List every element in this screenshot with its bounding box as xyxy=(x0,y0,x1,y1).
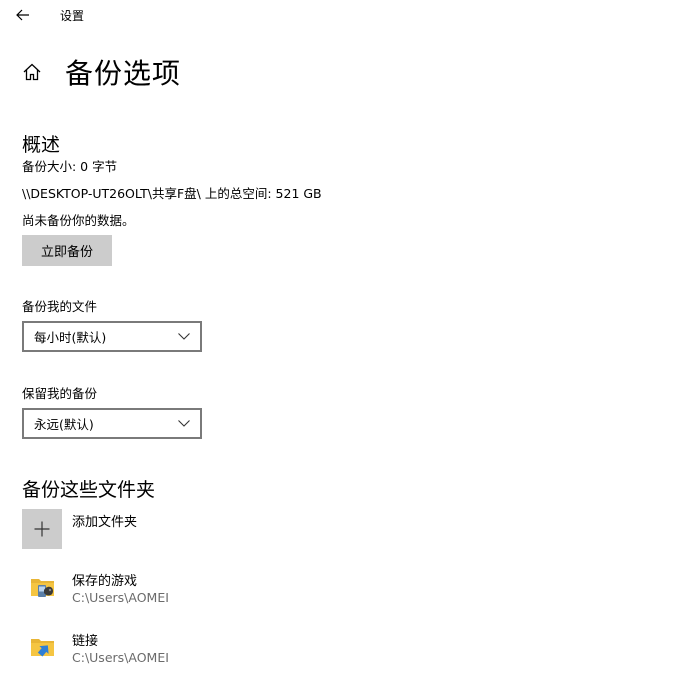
backup-frequency-label: 备份我的文件 xyxy=(22,299,98,314)
home-icon[interactable] xyxy=(22,62,42,82)
backup-now-button[interactable]: 立即备份 xyxy=(22,235,112,266)
add-folder-button[interactable] xyxy=(22,509,62,549)
saved-games-folder-icon xyxy=(31,579,54,597)
folder-item-path: C:\Users\AOMEI xyxy=(72,650,169,665)
backup-status-text: 尚未备份你的数据。 xyxy=(22,213,135,228)
total-space-text: \\DESKTOP-UT26OLT\共享F盘\ 上的总空间: 521 GB xyxy=(22,186,322,201)
keep-backups-value: 永远(默认) xyxy=(34,417,94,432)
links-folder-icon xyxy=(31,639,54,657)
chevron-down-icon xyxy=(178,420,190,427)
backup-frequency-dropdown[interactable]: 每小时(默认) xyxy=(22,321,202,352)
folder-item-links[interactable]: 链接 C:\Users\AOMEI xyxy=(22,628,322,672)
keep-backups-dropdown[interactable]: 永远(默认) xyxy=(22,408,202,439)
window-title: 设置 xyxy=(60,9,85,23)
backup-size-text: 备份大小: 0 字节 xyxy=(22,159,118,174)
folder-item-path: C:\Users\AOMEI xyxy=(72,590,169,605)
plus-icon xyxy=(34,521,50,537)
chevron-down-icon xyxy=(178,333,190,340)
keep-backups-label: 保留我的备份 xyxy=(22,386,98,401)
folder-item-name: 链接 xyxy=(72,634,99,649)
backup-frequency-value: 每小时(默认) xyxy=(34,330,107,345)
back-button[interactable] xyxy=(12,4,34,26)
arrow-left-icon xyxy=(16,9,29,21)
folder-item-saved-games[interactable]: 保存的游戏 C:\Users\AOMEI xyxy=(22,568,322,612)
page-title: 备份选项 xyxy=(65,57,182,90)
backup-folders-heading: 备份这些文件夹 xyxy=(22,479,156,501)
overview-heading: 概述 xyxy=(22,134,61,156)
add-folder-label[interactable]: 添加文件夹 xyxy=(72,511,137,530)
folder-item-name: 保存的游戏 xyxy=(72,574,138,589)
